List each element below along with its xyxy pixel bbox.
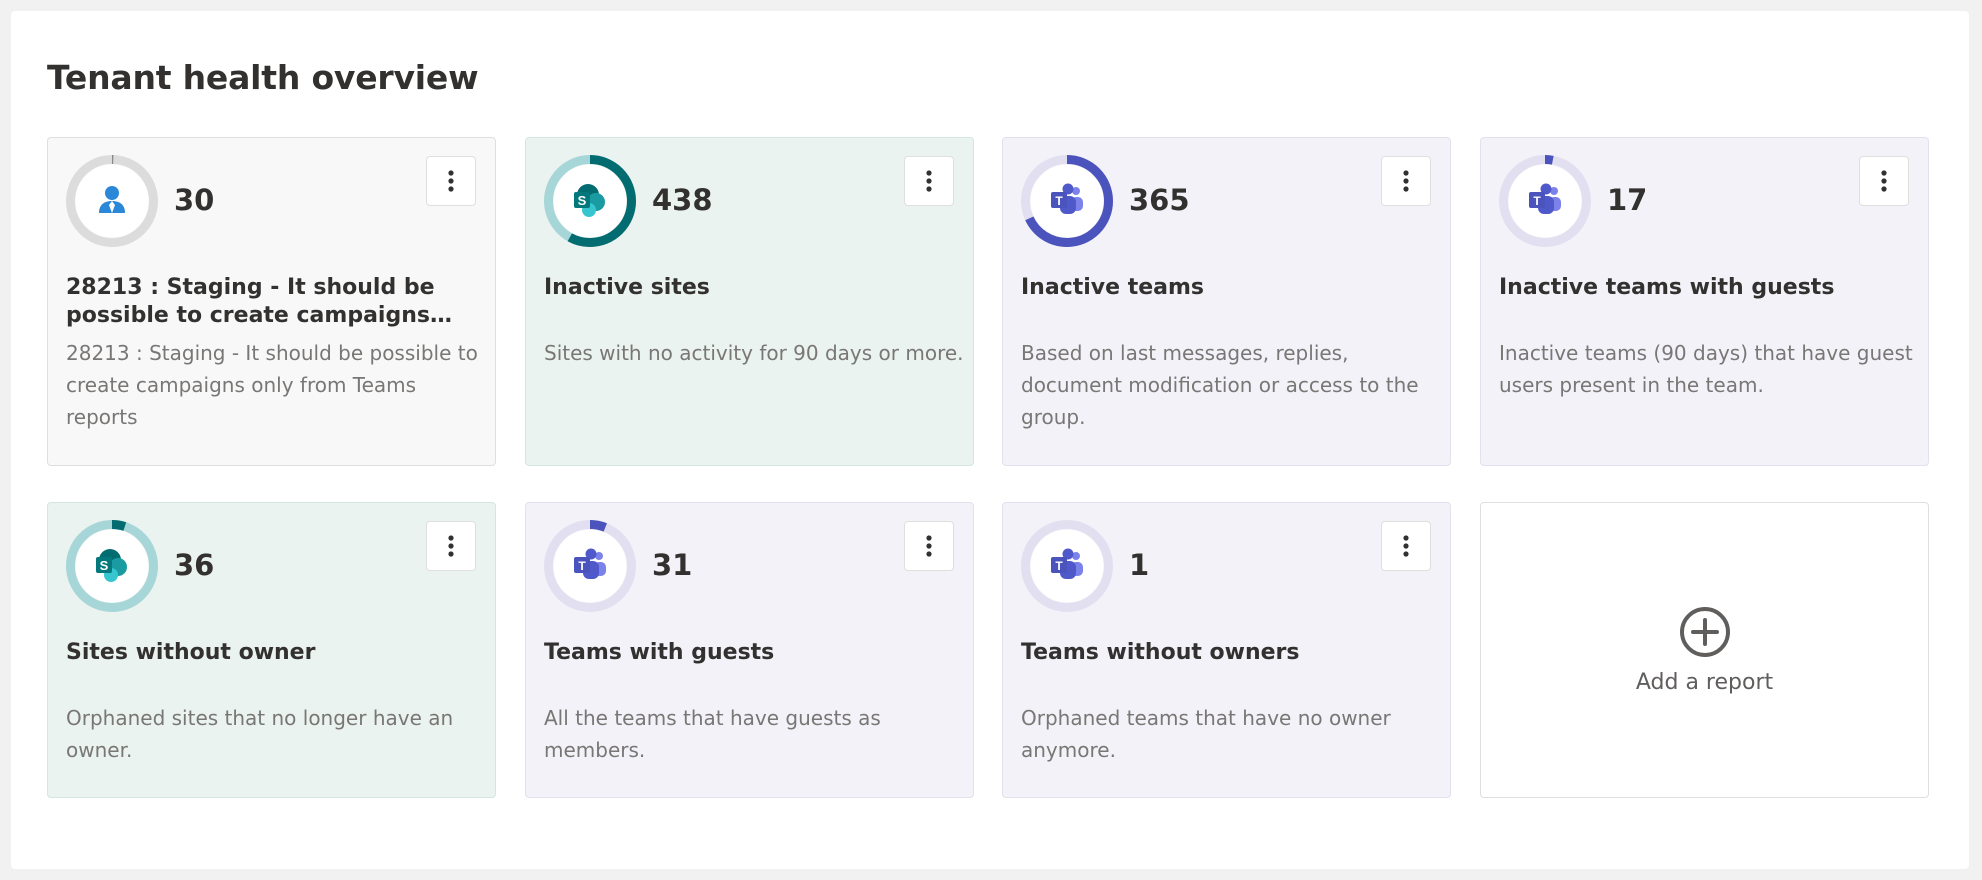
svg-text:S: S	[578, 193, 587, 208]
ring-chart: T	[1499, 155, 1591, 247]
ring-chart: T	[544, 520, 636, 612]
add-report-button[interactable]: Add a report	[1481, 503, 1928, 797]
ring-chart: S	[544, 155, 636, 247]
svg-text:T: T	[1055, 194, 1063, 208]
more-vertical-icon	[448, 170, 454, 192]
add-report-card[interactable]: Add a report	[1480, 502, 1929, 798]
more-vertical-icon	[1403, 170, 1409, 192]
report-title: Sites without owner	[66, 640, 316, 665]
more-vertical-icon	[1403, 535, 1409, 557]
more-vertical-icon	[448, 535, 454, 557]
page-title: Tenant health overview	[47, 58, 479, 97]
report-description: Sites with no activity for 90 days or mo…	[544, 341, 964, 365]
svg-text:T: T	[1533, 194, 1541, 208]
report-description: Based on last messages, replies, documen…	[1021, 341, 1419, 429]
report-count: 36	[174, 548, 215, 582]
report-title: Inactive teams	[1021, 275, 1205, 300]
ring-chart: T	[1021, 155, 1113, 247]
svg-text:T: T	[1055, 559, 1063, 573]
report-card[interactable]: 30 28213 : Staging - It should be possib…	[47, 137, 496, 466]
report-card[interactable]: S 438 Inactive sites Sites with no activ…	[525, 137, 974, 466]
report-title: Inactive teams with guests	[1499, 275, 1835, 300]
report-title: 28213 : Staging - It should be possible …	[66, 275, 435, 328]
report-count: 17	[1607, 183, 1648, 217]
add-report-label: Add a report	[1635, 669, 1774, 695]
report-description: Inactive teams (90 days) that have guest…	[1499, 341, 1913, 397]
card-menu-button[interactable]	[1859, 156, 1909, 206]
report-title: Teams with guests	[544, 640, 775, 665]
ring-chart	[66, 155, 158, 247]
add-circle-icon	[1679, 606, 1730, 657]
report-title: Teams without owners	[1021, 640, 1300, 665]
card-menu-button[interactable]	[904, 521, 954, 571]
card-menu-button[interactable]	[426, 156, 476, 206]
report-title: Inactive sites	[544, 275, 710, 300]
report-card[interactable]: T 1 Teams without owners Orphaned teams …	[1002, 502, 1451, 798]
ring-chart: S	[66, 520, 158, 612]
more-vertical-icon	[1881, 170, 1887, 192]
card-menu-button[interactable]	[904, 156, 954, 206]
report-description: Orphaned sites that no longer have an ow…	[66, 706, 454, 762]
report-card[interactable]: S 36 Sites without owner Orphaned sites …	[47, 502, 496, 798]
svg-text:T: T	[578, 559, 586, 573]
report-description: Orphaned teams that have no owner anymor…	[1021, 706, 1391, 762]
report-description: 28213 : Staging - It should be possible …	[66, 341, 478, 429]
report-card[interactable]: T 31 Teams with guests All the teams tha…	[525, 502, 974, 798]
report-count: 438	[652, 183, 713, 217]
card-menu-button[interactable]	[426, 521, 476, 571]
report-card[interactable]: T 17 Inactive teams with guests Inactive…	[1480, 137, 1929, 466]
report-count: 1	[1129, 548, 1150, 582]
report-count: 365	[1129, 183, 1190, 217]
report-description: All the teams that have guests as member…	[544, 706, 881, 762]
more-vertical-icon	[926, 535, 932, 557]
report-card[interactable]: T 365 Inactive teams Based on last messa…	[1002, 137, 1451, 466]
card-menu-button[interactable]	[1381, 521, 1431, 571]
more-vertical-icon	[926, 170, 932, 192]
card-menu-button[interactable]	[1381, 156, 1431, 206]
svg-text:S: S	[100, 558, 109, 573]
ring-chart: T	[1021, 520, 1113, 612]
report-count: 30	[174, 183, 215, 217]
report-count: 31	[652, 548, 693, 582]
